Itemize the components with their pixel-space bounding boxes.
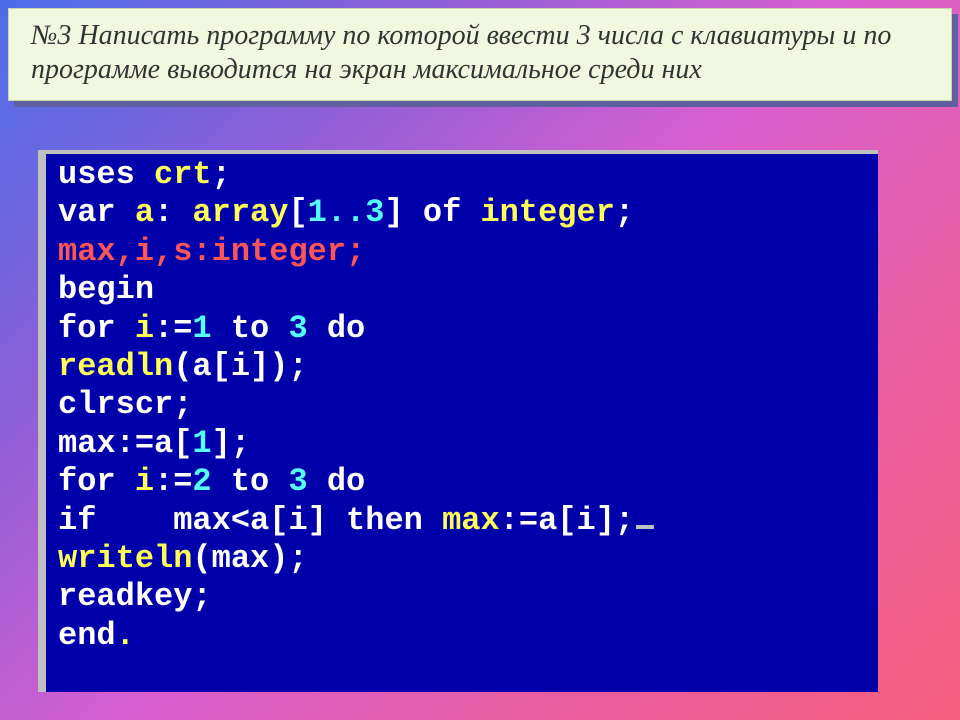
code-token: : — [154, 194, 192, 231]
task-text: №3 Написать программу по которой ввести … — [31, 19, 929, 86]
code-line: max,i,s:integer; — [58, 233, 878, 271]
code-token: 1..3 — [308, 194, 385, 231]
code-token: readkey; — [58, 578, 212, 615]
code-token: 1 — [192, 425, 211, 462]
code-token: (a[i]); — [173, 348, 307, 385]
code-line: readkey; — [58, 578, 878, 616]
code-token: max:=a[ — [58, 425, 192, 462]
code-token: for — [58, 310, 135, 347]
code-line: for i:=2 to 3 do — [58, 463, 878, 501]
code-token: clrscr; — [58, 386, 192, 423]
code-line: var a: array[1..3] of integer; — [58, 194, 878, 232]
code-line: writeln(max); — [58, 540, 878, 578]
code-token: [ — [288, 194, 307, 231]
code-token: i — [135, 310, 154, 347]
code-token: (max); — [192, 540, 307, 577]
code-line: max:=a[1]; — [58, 425, 878, 463]
code-panel: uses crt;var a: array[1..3] of integer;m… — [38, 150, 878, 692]
code-token: max — [442, 502, 500, 539]
code-token: end — [58, 617, 116, 654]
code-line: readln(a[i]); — [58, 348, 878, 386]
code-token: readln — [58, 348, 173, 385]
code-token: for — [58, 463, 135, 500]
code-token: if — [58, 502, 96, 539]
code-container: uses crt;var a: array[1..3] of integer;m… — [58, 156, 878, 655]
code-token: begin — [58, 271, 154, 308]
code-token: integer — [480, 194, 614, 231]
code-token: 3 — [288, 463, 307, 500]
code-line: end. — [58, 617, 878, 655]
code-token: do — [308, 310, 366, 347]
code-line: begin — [58, 271, 878, 309]
code-token: . — [116, 617, 135, 654]
code-token: var — [58, 194, 135, 231]
cursor-icon — [636, 525, 654, 529]
code-token: a — [135, 194, 154, 231]
code-token: do — [308, 463, 366, 500]
code-token: ] — [384, 194, 422, 231]
code-line: for i:=1 to 3 do — [58, 310, 878, 348]
code-token: uses — [58, 156, 154, 193]
code-line: if max<a[i] then max:=a[i]; — [58, 502, 878, 540]
code-token: max,i,s:integer; — [58, 233, 365, 270]
code-line: clrscr; — [58, 386, 878, 424]
code-token: ; — [212, 156, 231, 193]
code-token: 2 — [192, 463, 211, 500]
task-box: №3 Написать программу по которой ввести … — [8, 8, 952, 101]
code-token: of — [423, 194, 481, 231]
code-token: := — [154, 463, 192, 500]
code-token: to — [212, 463, 289, 500]
code-token: writeln — [58, 540, 192, 577]
code-token: 1 — [192, 310, 211, 347]
code-token: then — [346, 502, 442, 539]
code-token: := — [154, 310, 192, 347]
code-line: uses crt; — [58, 156, 878, 194]
code-token: array — [192, 194, 288, 231]
code-token: to — [212, 310, 289, 347]
code-token: i — [135, 463, 154, 500]
code-token: ; — [615, 194, 634, 231]
code-token: max<a[i] — [96, 502, 346, 539]
code-token: 3 — [288, 310, 307, 347]
code-token: crt — [154, 156, 212, 193]
code-token: :=a[i]; — [500, 502, 634, 539]
code-token: ]; — [212, 425, 250, 462]
